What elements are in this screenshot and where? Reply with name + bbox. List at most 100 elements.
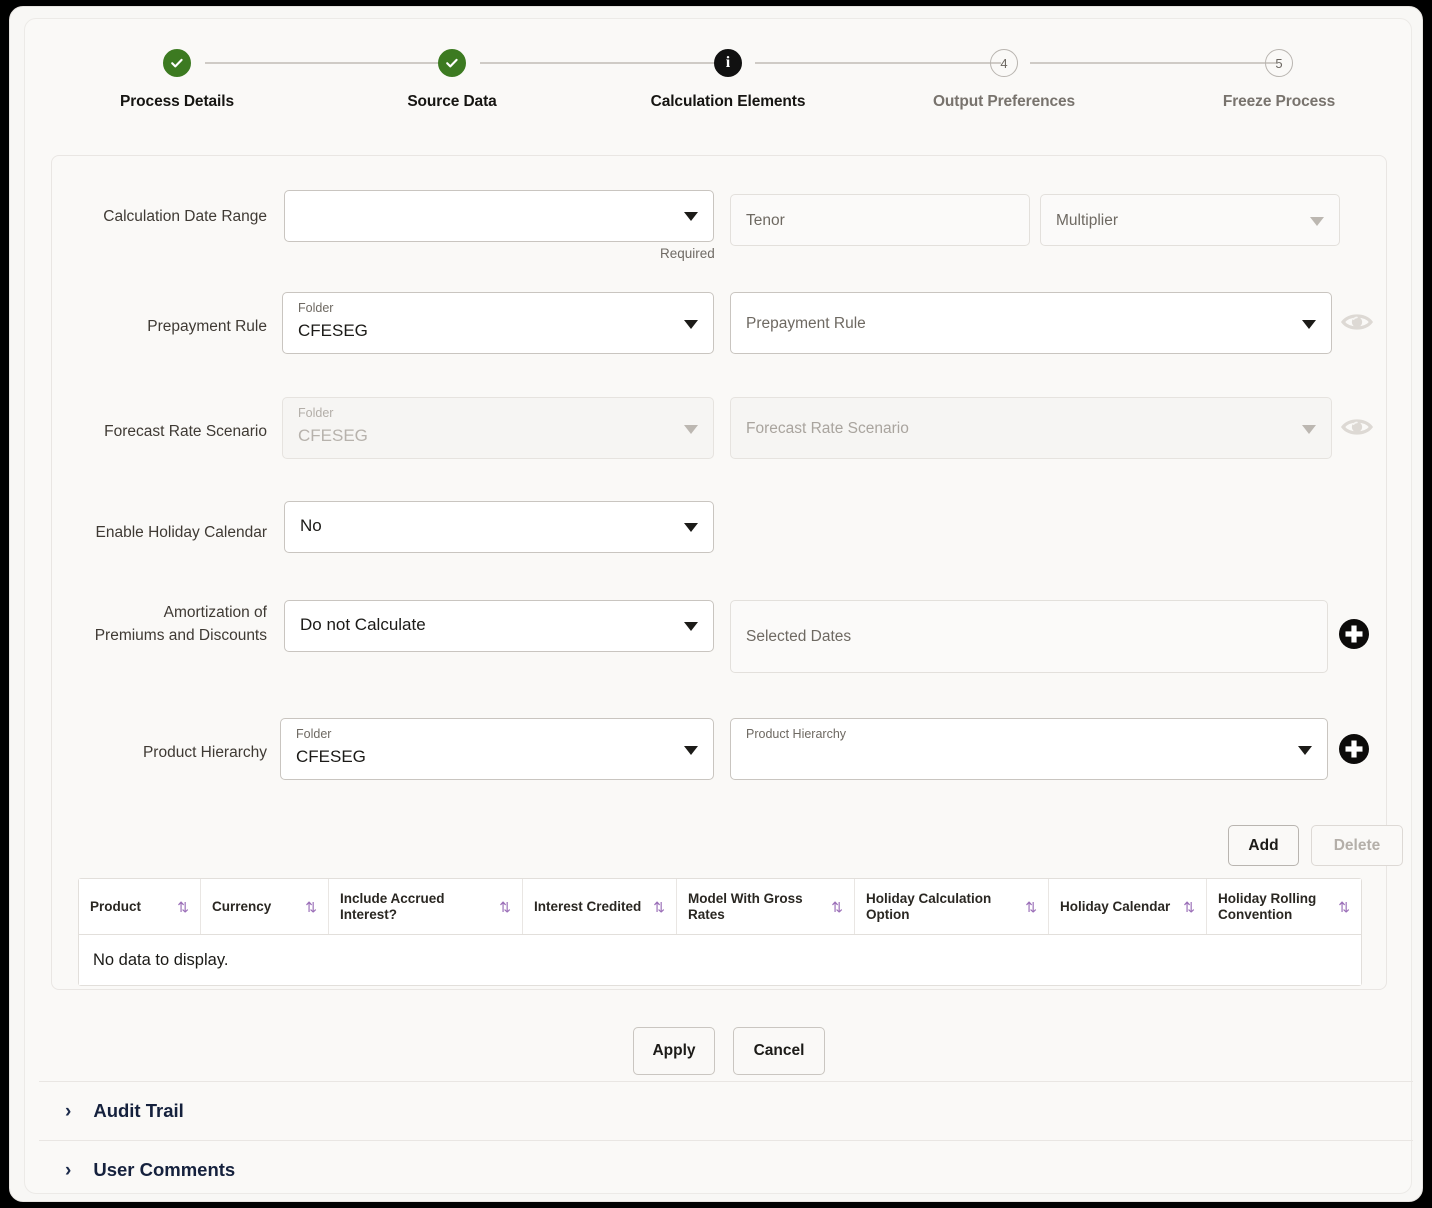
grid-col-include-accrued-interest-label: Include Accrued Interest? bbox=[340, 890, 445, 922]
amortization-label-line2: Premiums and Discounts bbox=[94, 627, 267, 644]
multiplier-placeholder: Multiplier bbox=[1056, 212, 1119, 229]
amortization-label-line1: Amortization of bbox=[163, 604, 267, 621]
row-amortization: Amortization of Premiums and Discounts D… bbox=[52, 580, 1388, 680]
prepayment-rule-view-icon[interactable] bbox=[1340, 308, 1374, 341]
step-3-marker: i bbox=[725, 54, 731, 71]
chevron-down-icon bbox=[684, 425, 698, 434]
tenor-placeholder: Tenor bbox=[746, 212, 785, 229]
grid-col-currency-label: Currency bbox=[212, 898, 272, 914]
amortization-select[interactable]: Do not Calculate bbox=[284, 600, 714, 652]
chevron-down-icon bbox=[1302, 320, 1316, 329]
step-source-data[interactable]: Source Data bbox=[342, 49, 562, 111]
chevron-down-icon bbox=[684, 320, 698, 329]
amortization-value: Do not Calculate bbox=[300, 615, 426, 634]
stepper-connector-3 bbox=[755, 62, 1001, 64]
row-product-hierarchy: Product Hierarchy Folder CFESEG Product … bbox=[52, 704, 1388, 796]
step-4-number-badge: 4 bbox=[990, 49, 1018, 77]
prepayment-folder-caption: Folder bbox=[298, 301, 334, 315]
step-4-marker: 4 bbox=[1000, 55, 1008, 71]
chevron-right-icon: › bbox=[65, 1100, 72, 1122]
prepayment-rule-label: Prepayment Rule bbox=[147, 318, 267, 335]
calculation-date-range-required-hint: Required bbox=[660, 246, 715, 261]
delete-row-button: Delete bbox=[1311, 825, 1403, 866]
grid-col-currency[interactable]: Currency ⇅ bbox=[201, 879, 329, 934]
grid-col-holiday-calendar[interactable]: Holiday Calendar ⇅ bbox=[1049, 879, 1207, 934]
audit-trail-accordion[interactable]: › Audit Trail bbox=[39, 1081, 1413, 1140]
grid-col-holiday-rolling-convention[interactable]: Holiday Rolling Convention ⇅ bbox=[1207, 879, 1361, 934]
step-process-details[interactable]: Process Details bbox=[67, 49, 287, 111]
product-hierarchy-folder-select[interactable]: Folder CFESEG bbox=[280, 718, 714, 780]
amortization-label: Amortization of Premiums and Discounts bbox=[52, 601, 267, 647]
grid-col-product[interactable]: Product ⇅ bbox=[79, 879, 201, 934]
chevron-down-icon bbox=[1302, 425, 1316, 434]
grid-col-holiday-calculation-option-label: Holiday Calculation Option bbox=[866, 890, 992, 922]
step-freeze-process[interactable]: 5 Freeze Process bbox=[1169, 49, 1389, 111]
sort-updown-icon[interactable]: ⇅ bbox=[831, 900, 843, 914]
add-selected-dates-icon[interactable] bbox=[1338, 618, 1370, 655]
product-characteristics-grid: Product ⇅ Currency ⇅ Include Accrued Int… bbox=[78, 878, 1362, 986]
selected-dates-input[interactable]: Selected Dates bbox=[730, 600, 1328, 673]
product-hierarchy-label: Product Hierarchy bbox=[142, 744, 267, 761]
step-output-preferences[interactable]: 4 Output Preferences bbox=[894, 49, 1114, 111]
cancel-button[interactable]: Cancel bbox=[733, 1027, 825, 1075]
sort-updown-icon[interactable]: ⇅ bbox=[1183, 900, 1195, 914]
chevron-down-icon bbox=[1310, 217, 1324, 226]
calculation-elements-form: Calculation Date Range Required Tenor Mu… bbox=[51, 155, 1403, 990]
grid-col-holiday-calculation-option[interactable]: Holiday Calculation Option ⇅ bbox=[855, 879, 1049, 934]
forecast-rate-scenario-folder-select: Folder CFESEG bbox=[282, 397, 714, 459]
tenor-input[interactable]: Tenor bbox=[730, 194, 1030, 246]
row-calculation-date-range: Calculation Date Range Required Tenor Mu… bbox=[52, 172, 1388, 264]
step-2-status-icon bbox=[438, 49, 466, 77]
forecast-rate-scenario-view-icon bbox=[1340, 413, 1374, 446]
forecast-rate-scenario-placeholder: Forecast Rate Scenario bbox=[746, 420, 909, 437]
add-product-hierarchy-icon[interactable] bbox=[1338, 733, 1370, 770]
sort-updown-icon[interactable]: ⇅ bbox=[653, 900, 665, 914]
forecast-folder-caption: Folder bbox=[298, 406, 334, 420]
sort-updown-icon[interactable]: ⇅ bbox=[305, 900, 317, 914]
chevron-right-icon: › bbox=[65, 1159, 72, 1181]
sort-updown-icon[interactable]: ⇅ bbox=[1025, 900, 1037, 914]
grid-col-include-accrued-interest[interactable]: Include Accrued Interest? ⇅ bbox=[329, 879, 523, 934]
step-2-label: Source Data bbox=[407, 93, 497, 110]
product-hierarchy-select[interactable]: Product Hierarchy bbox=[730, 718, 1328, 780]
grid-col-model-with-gross-rates[interactable]: Model With Gross Rates ⇅ bbox=[677, 879, 855, 934]
chevron-down-icon bbox=[684, 746, 698, 755]
step-3-label: Calculation Elements bbox=[650, 93, 806, 110]
prepayment-folder-value: CFESEG bbox=[298, 321, 368, 340]
enable-holiday-calendar-select[interactable]: No bbox=[284, 501, 714, 553]
forecast-folder-value: CFESEG bbox=[298, 426, 368, 445]
selected-dates-placeholder: Selected Dates bbox=[746, 628, 852, 645]
grid-col-product-label: Product bbox=[90, 898, 142, 914]
step-1-status-icon bbox=[163, 49, 191, 77]
sort-updown-icon[interactable]: ⇅ bbox=[499, 900, 511, 914]
row-enable-holiday-calendar: Enable Holiday Calendar No bbox=[52, 493, 1388, 573]
add-row-button[interactable]: Add bbox=[1228, 825, 1299, 866]
sort-updown-icon[interactable]: ⇅ bbox=[177, 900, 189, 914]
stepper-connector-4 bbox=[1030, 62, 1276, 64]
stepper-connector-1 bbox=[205, 62, 460, 64]
screen-frame: Process Details Source Data i Calculatio… bbox=[0, 0, 1432, 1208]
grid-col-interest-credited[interactable]: Interest Credited ⇅ bbox=[523, 879, 677, 934]
grid-col-interest-credited-label: Interest Credited bbox=[534, 898, 642, 914]
sort-updown-icon[interactable]: ⇅ bbox=[1338, 900, 1350, 914]
user-comments-accordion[interactable]: › User Comments bbox=[39, 1140, 1413, 1199]
step-calculation-elements[interactable]: i Calculation Elements bbox=[618, 49, 838, 111]
enable-holiday-calendar-value: No bbox=[300, 516, 322, 535]
prepayment-rule-folder-select[interactable]: Folder CFESEG bbox=[282, 292, 714, 354]
product-hierarchy-caption: Product Hierarchy bbox=[746, 727, 847, 741]
screenshot-seam bbox=[0, 540, 9, 542]
grid-col-holiday-calendar-label: Holiday Calendar bbox=[1060, 898, 1171, 914]
calculation-date-range-select[interactable] bbox=[284, 190, 714, 242]
forecast-rate-scenario-select: Forecast Rate Scenario bbox=[730, 397, 1332, 459]
calculation-date-range-label: Calculation Date Range bbox=[103, 208, 267, 225]
apply-button[interactable]: Apply bbox=[633, 1027, 715, 1075]
multiplier-select[interactable]: Multiplier bbox=[1040, 194, 1340, 246]
step-5-number-badge: 5 bbox=[1265, 49, 1293, 77]
page-card: Process Details Source Data i Calculatio… bbox=[9, 6, 1423, 1202]
product-hierarchy-folder-value: CFESEG bbox=[296, 747, 366, 766]
chevron-down-icon bbox=[684, 622, 698, 631]
prepayment-rule-select[interactable]: Prepayment Rule bbox=[730, 292, 1332, 354]
step-1-label: Process Details bbox=[120, 93, 234, 110]
user-comments-label: User Comments bbox=[93, 1159, 236, 1180]
step-4-label: Output Preferences bbox=[932, 93, 1076, 110]
